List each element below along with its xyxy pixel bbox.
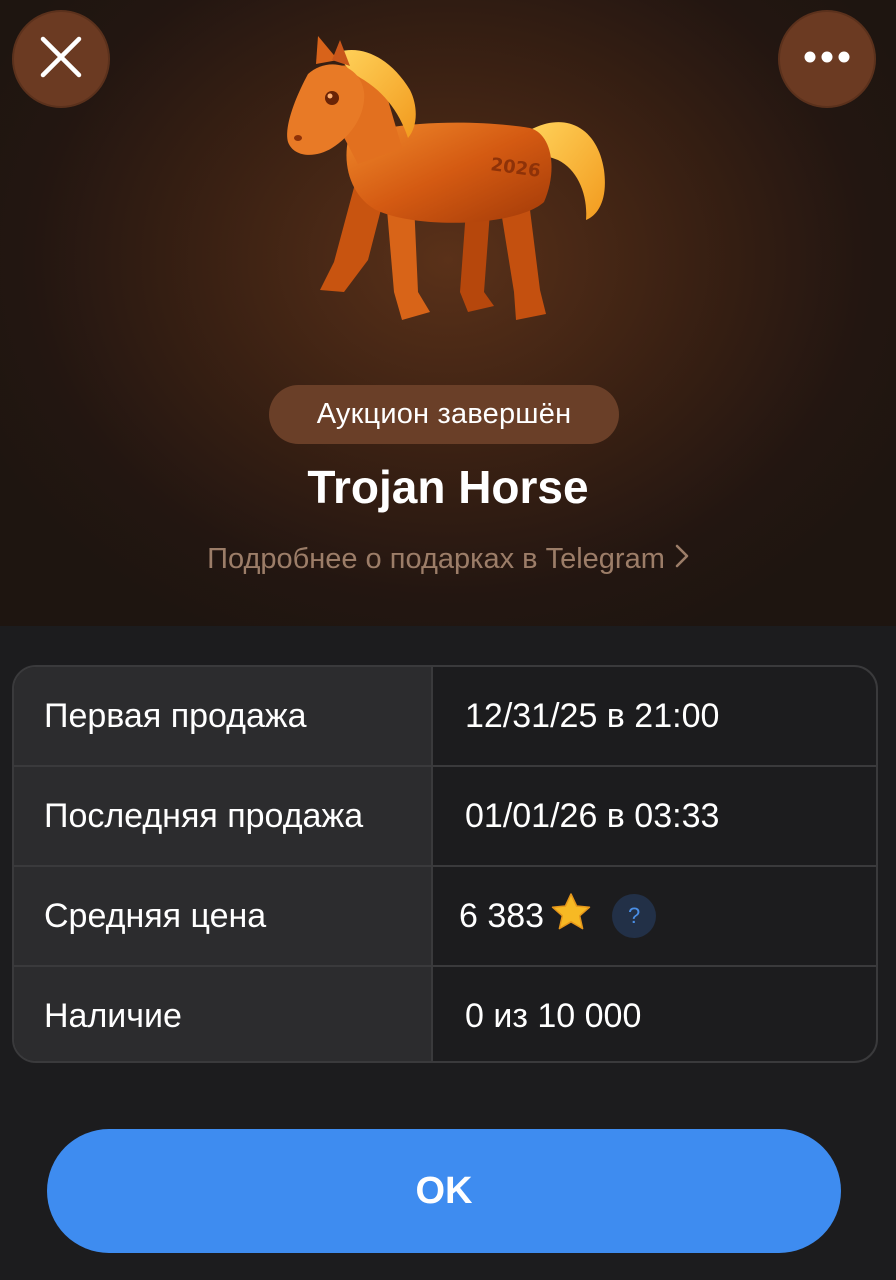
average-price-cell: 6 383 ?	[433, 867, 876, 965]
chevron-right-icon	[675, 543, 689, 576]
gift-title: Trojan Horse	[307, 461, 589, 513]
close-button[interactable]	[12, 10, 110, 108]
gifts-info-link[interactable]: Подробнее о подарках в Telegram	[0, 543, 896, 576]
average-price-value: 6 383	[459, 896, 545, 935]
ok-button[interactable]: OK	[47, 1129, 841, 1253]
table-row: Первая продажа 12/31/25 в 21:00	[14, 667, 876, 767]
last-sale-label: Последняя продажа	[14, 767, 433, 865]
status-badge: Аукцион завершён	[269, 385, 619, 444]
first-sale-label: Первая продажа	[14, 667, 433, 765]
gifts-info-link-label: Подробнее о подарках в Telegram	[207, 543, 665, 575]
first-sale-value: 12/31/25 в 21:00	[465, 696, 720, 735]
availability-value: 0 из 10 000	[465, 996, 642, 1035]
trojan-horse-image: 2026	[268, 30, 628, 340]
average-price-help-button[interactable]: ?	[612, 894, 657, 938]
table-row: Средняя цена 6 383 ?	[14, 867, 876, 967]
table-row: Последняя продажа 01/01/26 в 03:33	[14, 767, 876, 867]
star-icon	[550, 892, 592, 941]
availability-label: Наличие	[14, 967, 433, 1061]
more-horizontal-icon	[804, 50, 850, 68]
last-sale-value: 01/01/26 в 03:33	[465, 796, 720, 835]
more-button[interactable]	[778, 10, 876, 108]
gift-details-table: Первая продажа 12/31/25 в 21:00 Последня…	[12, 665, 878, 1063]
gift-hero: 2026 Аукцион завершён Trojan Horse Подро…	[0, 0, 896, 626]
table-row: Наличие 0 из 10 000	[14, 967, 876, 1061]
close-icon	[39, 35, 83, 84]
average-price-label: Средняя цена	[14, 867, 433, 965]
